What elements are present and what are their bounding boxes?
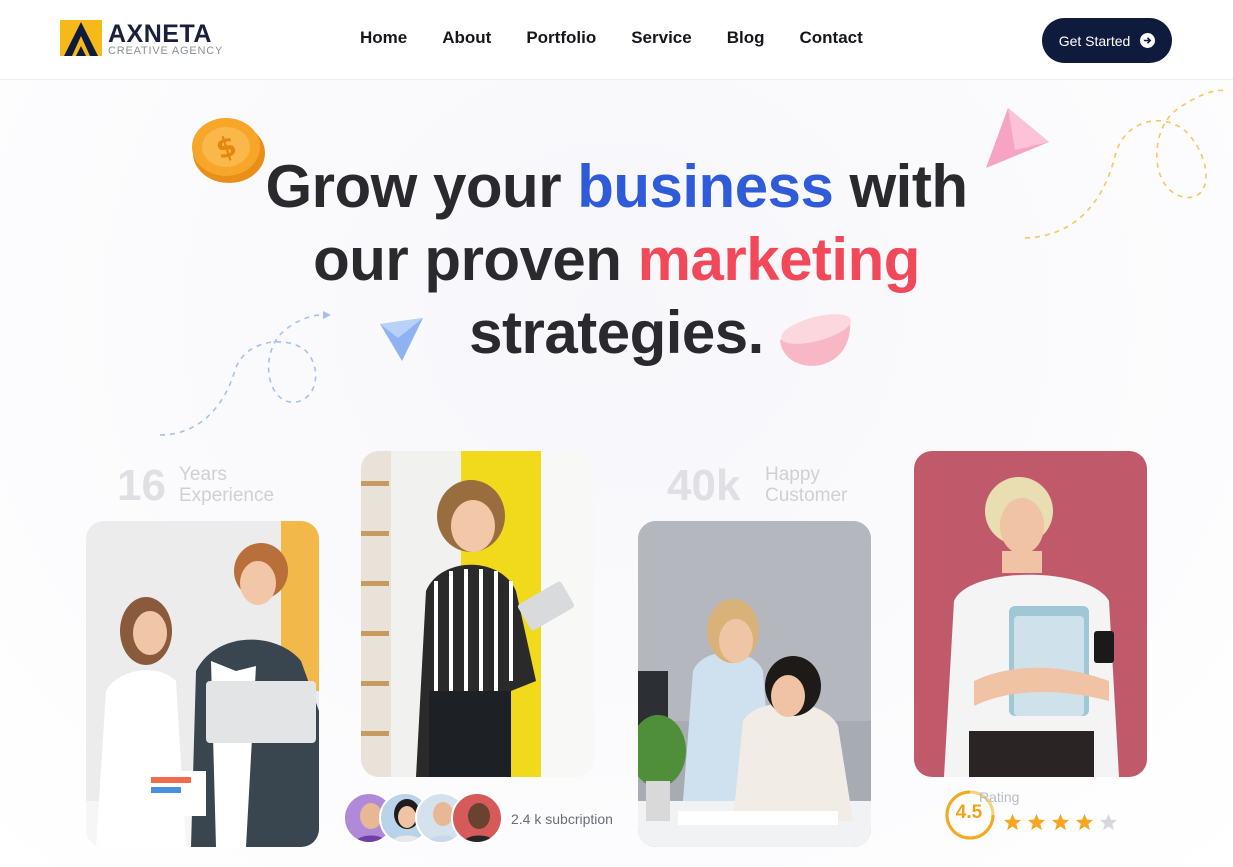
logo[interactable]: AXNETA CREATIVE AGENCY [60, 20, 230, 60]
customers-number: 40k [667, 461, 741, 510]
customers-label-line1: Happy [765, 464, 820, 485]
headline-highlight-marketing: marketing [637, 226, 921, 293]
star-icon [1027, 813, 1046, 831]
star-icon [1003, 813, 1022, 831]
team-photo [86, 521, 319, 847]
photo-card-woman-tablet [361, 451, 594, 777]
headline-highlight-business: business [577, 153, 834, 220]
star-icon [1075, 813, 1094, 831]
experience-label-line1: Years [179, 464, 227, 485]
woman-tablet-photo [361, 451, 594, 777]
photo-card-team [86, 521, 319, 847]
nav-service[interactable]: Service [631, 28, 692, 54]
photo-card-office [638, 521, 871, 847]
nav-contact[interactable]: Contact [800, 28, 863, 54]
get-started-button[interactable]: Get Started [1042, 18, 1172, 63]
office-photo [638, 521, 871, 847]
customers-label-line2: Customer [765, 485, 848, 506]
subscription-count: 2.4 k subcription [511, 811, 613, 827]
rating-stars [1003, 813, 1118, 832]
photo-card-businesswoman [914, 451, 1147, 777]
experience-label: Years Experience [179, 464, 274, 506]
nav-portfolio[interactable]: Portfolio [526, 28, 596, 54]
experience-number: 16 [117, 461, 166, 510]
headline-part: Grow your [265, 153, 562, 220]
rating-value: 4.5 [955, 802, 983, 823]
nav-blog[interactable]: Blog [727, 28, 765, 54]
main-nav: Home About Portfolio Service Blog Contac… [360, 28, 863, 54]
avatar [451, 792, 503, 844]
get-started-label: Get Started [1058, 32, 1131, 49]
nav-about[interactable]: About [442, 28, 491, 54]
star-icon [1051, 813, 1070, 831]
rating-label: Rating [979, 789, 1020, 805]
star-icon-empty [1099, 813, 1118, 831]
hero-headline: Grow your business with our proven marke… [180, 150, 1053, 369]
customers-label: Happy Customer [765, 464, 847, 506]
logo-tagline: CREATIVE AGENCY [108, 45, 224, 57]
businesswoman-photo [914, 451, 1147, 777]
headline-part: our proven [313, 226, 622, 293]
experience-label-line2: Experience [179, 485, 275, 506]
site-header: AXNETA CREATIVE AGENCY Home About Portfo… [0, 0, 1233, 80]
customers-stat: 40k Happy Customer [667, 461, 867, 511]
logo-mark-icon [60, 20, 102, 56]
subscriber-avatars [343, 792, 503, 846]
nav-home[interactable]: Home [360, 28, 407, 54]
headline-part: strategies. [469, 299, 764, 366]
arrow-right-circle-icon [1140, 33, 1156, 48]
headline-part: with [849, 153, 968, 220]
experience-stat: 16 Years Experience [117, 461, 297, 511]
